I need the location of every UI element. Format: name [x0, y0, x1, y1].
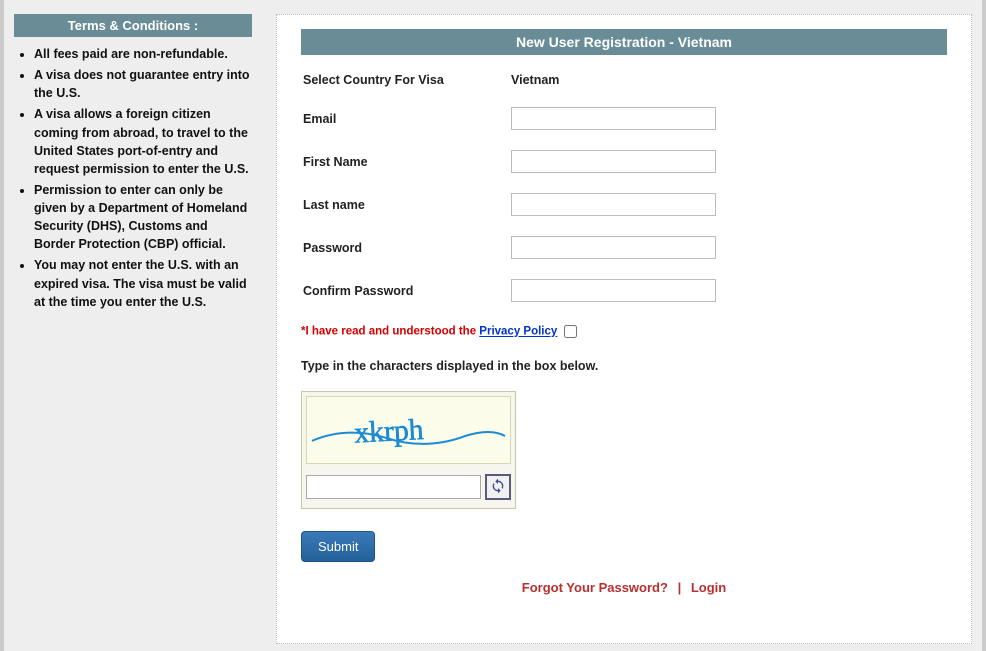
privacy-policy-line: *I have read and understood the Privacy … — [301, 322, 947, 341]
login-link[interactable]: Login — [691, 580, 726, 595]
password-label: Password — [301, 241, 511, 255]
list-item: You may not enter the U.S. with an expir… — [34, 256, 252, 310]
page-title: New User Registration - Vietnam — [301, 29, 947, 55]
svg-text:xkrph: xkrph — [354, 414, 425, 450]
country-label: Select Country For Visa — [301, 73, 511, 87]
captcha-label: Type in the characters displayed in the … — [301, 359, 947, 373]
terms-list: All fees paid are non-refundable. A visa… — [14, 45, 252, 311]
confirm-password-input[interactable] — [511, 279, 716, 302]
refresh-icon — [490, 478, 506, 497]
list-item: All fees paid are non-refundable. — [34, 45, 252, 63]
captcha-box: xkrph — [301, 391, 516, 509]
confirm-password-label: Confirm Password — [301, 284, 511, 298]
policy-prefix: *I have read and understood the — [301, 326, 479, 338]
email-label: Email — [301, 112, 511, 126]
list-item: A visa does not guarantee entry into the… — [34, 66, 252, 102]
first-name-input[interactable] — [511, 150, 716, 173]
list-item: A visa allows a foreign citizen coming f… — [34, 105, 252, 178]
captcha-refresh-button[interactable] — [485, 474, 511, 500]
privacy-policy-checkbox[interactable] — [564, 325, 577, 338]
last-name-row: Last name — [301, 193, 947, 216]
terms-header: Terms & Conditions : — [14, 14, 252, 37]
submit-button[interactable]: Submit — [301, 531, 375, 562]
forgot-password-link[interactable]: Forgot Your Password? — [522, 580, 668, 595]
captcha-input[interactable] — [306, 475, 481, 499]
captcha-image: xkrph — [306, 396, 511, 464]
country-row: Select Country For Visa Vietnam — [301, 73, 947, 87]
separator: | — [678, 580, 682, 595]
country-value: Vietnam — [511, 73, 559, 87]
confirm-password-row: Confirm Password — [301, 279, 947, 302]
password-row: Password — [301, 236, 947, 259]
first-name-label: First Name — [301, 155, 511, 169]
first-name-row: First Name — [301, 150, 947, 173]
last-name-input[interactable] — [511, 193, 716, 216]
email-input[interactable] — [511, 107, 716, 130]
registration-panel: New User Registration - Vietnam Select C… — [276, 14, 972, 644]
password-input[interactable] — [511, 236, 716, 259]
email-row: Email — [301, 107, 947, 130]
last-name-label: Last name — [301, 198, 511, 212]
list-item: Permission to enter can only be given by… — [34, 181, 252, 254]
privacy-policy-link[interactable]: Privacy Policy — [479, 326, 557, 338]
terms-sidebar: Terms & Conditions : All fees paid are n… — [14, 14, 252, 314]
bottom-links: Forgot Your Password? | Login — [301, 580, 947, 595]
